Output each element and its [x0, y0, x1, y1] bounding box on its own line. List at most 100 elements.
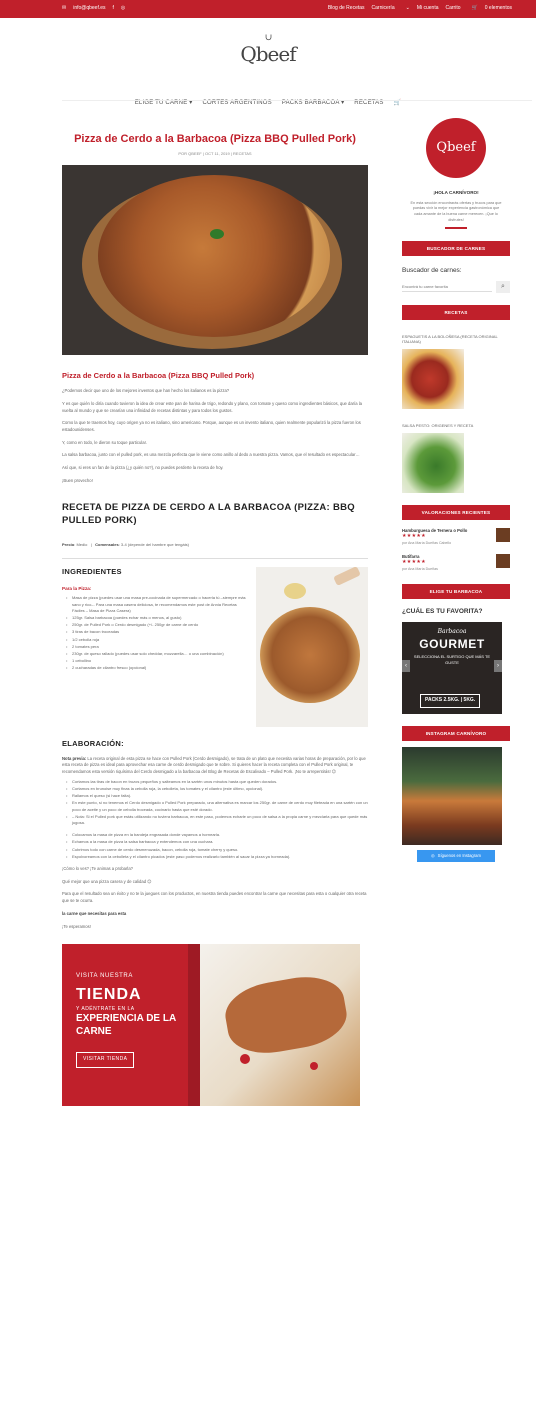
- elaboration-title: ELABORACIÓN:: [62, 738, 124, 748]
- search-input[interactable]: [402, 281, 492, 293]
- cart-icon[interactable]: 🛒: [472, 5, 478, 12]
- banner-line: Y ADÉNTRATE EN LA: [76, 1006, 135, 1013]
- instagram-photo[interactable]: [402, 747, 502, 846]
- search-row: ⌕: [402, 280, 510, 293]
- intro-paragraph: ¿Podemos decir que uno de los mejores in…: [62, 388, 230, 394]
- pizza-image: [260, 606, 360, 703]
- list-item: Cortamos en brunoise muy finas la ceboll…: [66, 786, 368, 792]
- list-item: 250gr. de Pulled Pork o Cerdo desmigado …: [66, 622, 246, 628]
- elaboration-section: ELABORACIÓN: Nota previa: La receta orig…: [62, 739, 368, 930]
- pepper-image: [240, 1054, 250, 1065]
- list-item: Colocamos la masa de pizza en la bandeja…: [66, 832, 368, 838]
- ad-title: GOURMET: [419, 637, 485, 652]
- outro-paragraph: Qué mejor que una pizza casera y de cali…: [62, 878, 152, 884]
- recipes-button[interactable]: RECETAS: [402, 304, 510, 320]
- cart-count[interactable]: 0 elementos: [485, 5, 512, 12]
- chevron-right-icon[interactable]: ›: [494, 660, 502, 673]
- intro-paragraph: La salsa barbacoa, junto con el pulled p…: [62, 452, 360, 458]
- site-logo[interactable]: ∪ Qbeef: [240, 33, 296, 69]
- visit-store-button[interactable]: VISITAR TIENDA: [76, 1052, 135, 1068]
- reviews-button[interactable]: VALORACIONES RECIENTES: [402, 504, 510, 520]
- store-banner[interactable]: VISITA NUESTRA TIENDA Y ADÉNTRATE EN LA …: [62, 944, 360, 1107]
- ingredients-column: INGREDIENTES Para la Pizza: Masa de pizz…: [62, 567, 246, 727]
- list-item: 2 tomates pera: [66, 644, 246, 650]
- review-item[interactable]: Hamburguesa de Ternera o Pollo ★★★★★ por…: [402, 527, 510, 546]
- gourmet-ad[interactable]: Barbacoa GOURMET SELECCIONA EL SURTIDO Q…: [402, 622, 502, 715]
- ingredients-list: Masa de pizza (puedes usar una masa pre-…: [62, 595, 246, 671]
- list-item: En este punto, si no tenemos el Cerdo de…: [66, 800, 368, 812]
- outro-paragraph: ¡Cómo lo ves? ¡Te animas a probarla?: [62, 865, 133, 871]
- intro-paragraph: ¡Buen provecho!: [62, 477, 93, 483]
- post-subtitle: Pizza de Cerdo a la Barbacoa (Pizza BBQ …: [62, 371, 255, 381]
- ingredients-title: INGREDIENTES: [62, 566, 122, 576]
- sidebar: Qbeef ¡HOLA CARNÍVORO! En esta sección e…: [402, 118, 510, 863]
- list-item: Echamos a la masa de pizza la salsa barb…: [66, 839, 368, 845]
- topnav-blog[interactable]: Blog de Recetas: [328, 5, 365, 12]
- search-icon[interactable]: ⌕: [496, 280, 510, 293]
- intro-paragraph: Así que, si eres un fan de la pizza (¿y …: [62, 465, 224, 471]
- review-item[interactable]: Butifarra ★★★★★ por Ana María Dueñas: [402, 553, 510, 572]
- review-author: por Ana María Dueñas Cabello: [402, 540, 452, 545]
- main-content: Pizza de Cerdo a la Barbacoa (Pizza BBQ …: [62, 118, 368, 1107]
- list-item: 3 tiras de bacon troceadas: [66, 629, 246, 635]
- instagram-icon[interactable]: ◎: [121, 5, 125, 12]
- recipe-title: RECETA DE PIZZA DE CERDO A LA BARBACOA (…: [62, 501, 355, 527]
- list-item: 125gr. Salsa barbacoa (puedes echar más …: [66, 615, 246, 621]
- list-item: Rallamos el queso (si hace falta).: [66, 793, 368, 799]
- ingredients-subtitle: Para la Pizza:: [62, 585, 92, 591]
- pepper-image: [310, 1062, 318, 1071]
- topnav-carniceria[interactable]: Carnicería: [372, 5, 395, 12]
- rolling-pin: [333, 566, 361, 586]
- instagram-icon: ◎: [431, 853, 435, 859]
- outro-paragraph: ¡Te esperamos!: [62, 923, 91, 929]
- meat-finder-button[interactable]: BUSCADOR DE CARNES: [402, 241, 510, 257]
- list-item: 230gr. de queso rallado (puedes usar sol…: [66, 651, 246, 657]
- banner-headline: TIENDA: [76, 985, 142, 1003]
- elaboration-note: Nota previa: La receta original de esta …: [62, 755, 366, 775]
- banner-line: VISITA NUESTRA: [76, 973, 133, 980]
- ad-text: SELECCIONA EL SURTIDO QUE MÁS TE GUSTE: [413, 654, 491, 665]
- top-bar-left: ✉ info@qbeef.es f ◎: [62, 5, 125, 12]
- outro-link-row: la carne que necesitas para esta: [62, 911, 368, 918]
- recipe-thumbnail[interactable]: [402, 432, 464, 493]
- outro-paragraph: Para que el resultado sea un éxito y no …: [62, 891, 367, 904]
- oil-bowl: [284, 582, 306, 599]
- facebook-icon[interactable]: f: [113, 5, 114, 12]
- logo-area: ∪ Qbeef: [0, 18, 536, 92]
- favorite-title: ¿CUÁL ES TU FAVORITA?: [402, 607, 483, 615]
- review-thumbnail: [496, 527, 510, 542]
- instagram-button[interactable]: INSTAGRAM CARNÍVORO: [402, 726, 510, 742]
- banner-image: [200, 944, 360, 1107]
- list-item: 2 cucharadas de cilantro fresco (opciona…: [66, 665, 246, 671]
- search-label: Buscador de carnes:: [402, 267, 462, 275]
- email-link[interactable]: info@qbeef.es: [73, 5, 105, 12]
- meat-shop-link[interactable]: la carne que necesitas para esta: [62, 911, 126, 916]
- recipe-meta: Precio: Medio | Comensales: 3-4 (depende…: [62, 542, 189, 548]
- post-meta: POR QBEEF | OCT 11, 2019 | RECETAS: [178, 151, 252, 157]
- topnav-account[interactable]: Mi cuenta: [417, 5, 439, 12]
- star-rating: ★★★★★: [402, 533, 426, 540]
- chevron-left-icon[interactable]: ‹: [402, 660, 410, 673]
- banner-accent-bar: [188, 944, 200, 1107]
- list-item: Masa de pizza (puedes usar una masa pre-…: [66, 595, 246, 614]
- chevron-down-icon: ⌄: [405, 5, 410, 12]
- topnav-cart[interactable]: Carrito: [446, 5, 461, 12]
- ingredients-photo: [256, 566, 368, 727]
- ingredients-section: INGREDIENTES Para la Pizza: Masa de pizz…: [62, 566, 368, 727]
- list-item: – Nota: Si el Pulled pork que estás util…: [66, 814, 368, 826]
- instagram-follow-label: Síguenos en Instagram: [437, 853, 481, 859]
- main-nav: ELIGE TU CARNE ▾ CORTES ARGENTINOS PACKS…: [0, 92, 536, 114]
- intro-paragraph: Como la que te traemos hoy, cuyo origen …: [62, 420, 361, 432]
- recipe-link[interactable]: ESPAGUETIS A LA BOLOÑESA (RECETA ORIGINA…: [402, 334, 510, 345]
- review-thumbnail: [496, 553, 510, 568]
- recipe-link[interactable]: SALSA PESTO: ORIGENES Y RECETA: [402, 423, 510, 429]
- hero-image: [62, 165, 368, 356]
- divider: [62, 557, 368, 559]
- nav-divider: [62, 100, 532, 101]
- instagram-follow-button[interactable]: ◎ Síguenos en Instagram: [417, 850, 495, 863]
- pizza-image: [98, 175, 330, 338]
- sidebar-logo: Qbeef: [426, 118, 486, 178]
- recipe-thumbnail[interactable]: [402, 349, 464, 410]
- bbq-button[interactable]: ELIGE TU BARBACOA: [402, 583, 510, 599]
- banner-line: EXPERIENCIA DE LA CARNE: [76, 1013, 176, 1037]
